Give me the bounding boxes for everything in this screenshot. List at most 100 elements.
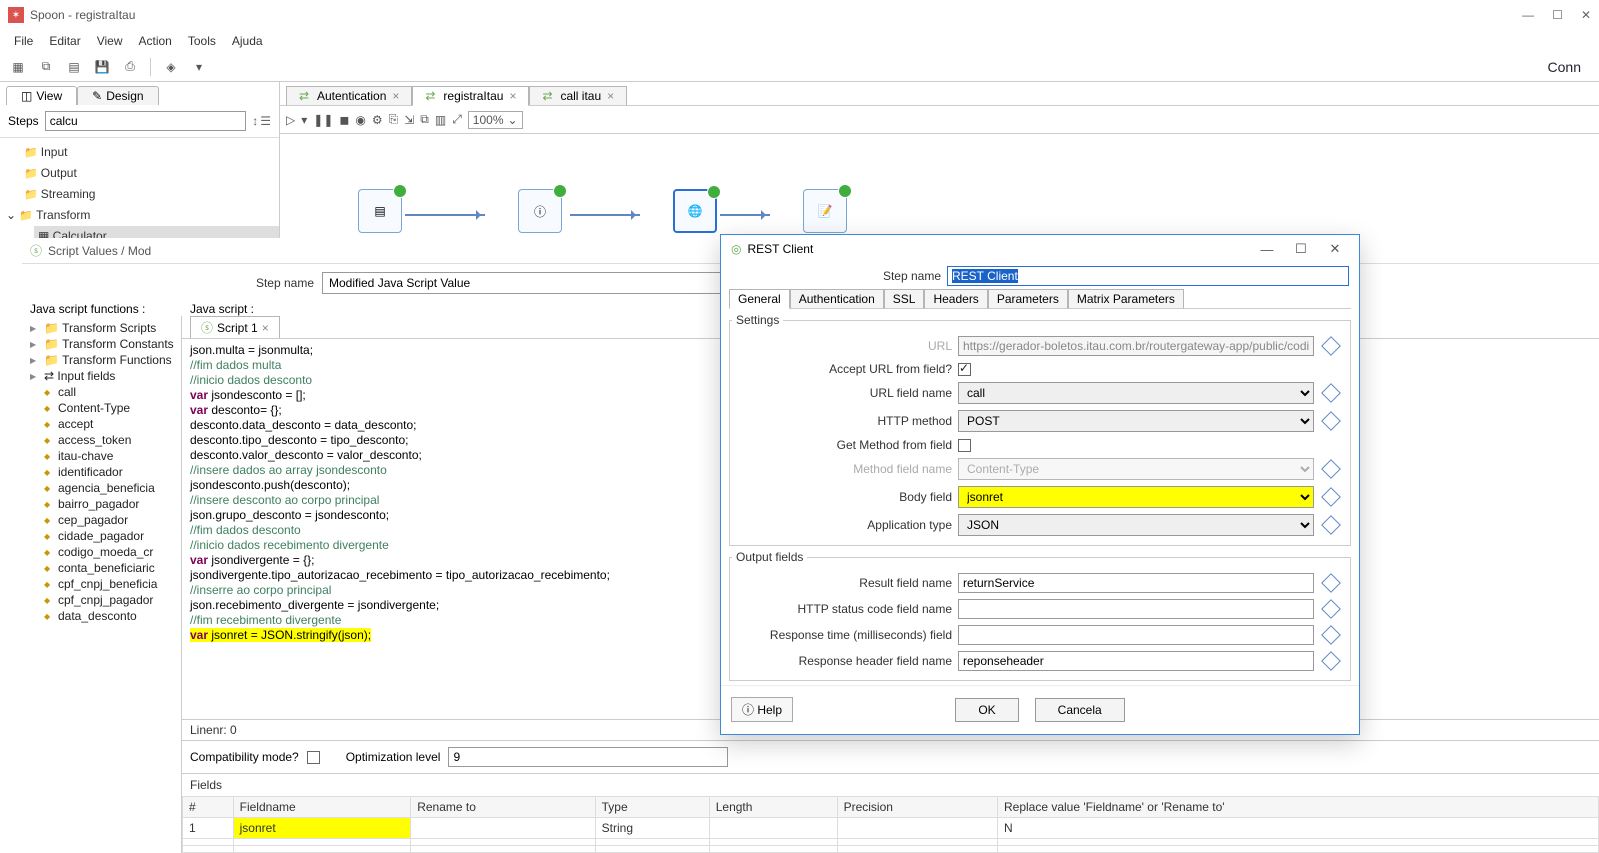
preview-icon[interactable]: ◉ — [355, 113, 365, 127]
toolbar-save-icon[interactable]: 💾 — [90, 56, 114, 78]
accept-url-checkbox[interactable] — [958, 363, 971, 376]
menu-editar[interactable]: Editar — [43, 32, 86, 50]
close-icon[interactable]: × — [262, 321, 269, 335]
expand-icon[interactable]: ⤢ — [452, 112, 462, 127]
left-tab-view[interactable]: ◫View — [6, 86, 77, 105]
sql-icon[interactable]: ⎘ — [389, 112, 399, 127]
dialog-minimize[interactable]: — — [1253, 242, 1281, 257]
toolbar-saveas-icon[interactable]: ⎙ — [118, 56, 142, 78]
tab-matrix-parameters[interactable]: Matrix Parameters — [1068, 289, 1184, 309]
field-cep[interactable]: cep_pagador — [44, 512, 179, 528]
steps-search-input[interactable] — [45, 111, 247, 131]
tree-transform-constants[interactable]: 📁 Transform Constants — [30, 336, 179, 352]
field-bairro[interactable]: bairro_pagador — [44, 496, 179, 512]
field-conta[interactable]: conta_beneficiaric — [44, 560, 179, 576]
toolbar-dropdown-icon[interactable]: ▾ — [187, 56, 211, 78]
dlg-stepname-input[interactable]: REST Client — [952, 269, 1018, 283]
tree-streaming[interactable]: Streaming — [20, 184, 279, 205]
field-cidade[interactable]: cidade_pagador — [44, 528, 179, 544]
steps-expand-icon[interactable]: ↕ — [252, 114, 258, 128]
var-helper-icon[interactable] — [1321, 336, 1341, 356]
var-helper-icon[interactable] — [1321, 625, 1341, 645]
canvas-tab-callitau[interactable]: ⇄call itau× — [529, 86, 627, 106]
status-input[interactable] — [958, 599, 1314, 619]
table-row[interactable]: 1 jsonret String N — [183, 818, 1599, 839]
dialog-close[interactable]: ✕ — [1321, 241, 1349, 257]
stop-icon[interactable]: ◼ — [339, 113, 349, 127]
window-maximize[interactable]: ☐ — [1552, 8, 1563, 22]
toolbar-perspective-icon[interactable]: ◈ — [159, 56, 183, 78]
window-minimize[interactable]: — — [1522, 8, 1534, 22]
tree-output[interactable]: Output — [20, 163, 279, 184]
tab-ssl[interactable]: SSL — [884, 289, 925, 309]
canvas-tab-registraitau[interactable]: ⇄registraItau× — [412, 86, 529, 106]
field-identificador[interactable]: identificador — [44, 464, 179, 480]
tree-transform-functions[interactable]: 📁 Transform Functions — [30, 352, 179, 368]
urlfield-select[interactable]: call — [958, 382, 1314, 404]
tab-authentication[interactable]: Authentication — [790, 289, 884, 309]
var-helper-icon[interactable] — [1321, 599, 1341, 619]
cancel-button[interactable]: Cancela — [1035, 698, 1125, 722]
var-helper-icon[interactable] — [1321, 487, 1341, 507]
opt-level-input[interactable] — [448, 747, 728, 767]
menu-view[interactable]: View — [91, 32, 129, 50]
tree-transform[interactable]: Transform — [19, 208, 90, 222]
httpmethod-select[interactable]: POST — [958, 410, 1314, 432]
menu-file[interactable]: File — [8, 32, 39, 50]
body-select[interactable]: jsonret — [958, 486, 1314, 508]
help-button[interactable]: ⓘ Help — [731, 697, 793, 722]
left-tab-design[interactable]: ✎Design — [77, 86, 158, 105]
close-icon[interactable]: × — [392, 89, 399, 103]
field-access-token[interactable]: access_token — [44, 432, 179, 448]
close-icon[interactable]: × — [509, 89, 516, 103]
params-icon[interactable]: ⧉ — [420, 112, 429, 127]
dialog-maximize[interactable]: ☐ — [1287, 241, 1315, 257]
tab-headers[interactable]: Headers — [924, 289, 987, 309]
field-agencia[interactable]: agencia_beneficia — [44, 480, 179, 496]
var-helper-icon[interactable] — [1321, 573, 1341, 593]
functions-tree[interactable]: 📁 Transform Scripts 📁 Transform Constant… — [22, 316, 182, 853]
field-accept[interactable]: accept — [44, 416, 179, 432]
show-icon[interactable]: ▥ — [435, 113, 446, 127]
debug-icon[interactable]: ⚙ — [372, 113, 383, 127]
steps-tree-icon[interactable]: ☰ — [260, 114, 271, 128]
apptype-select[interactable]: JSON — [958, 514, 1314, 536]
tab-general[interactable]: General — [729, 289, 790, 309]
var-helper-icon[interactable] — [1321, 459, 1341, 479]
menu-action[interactable]: Action — [133, 32, 178, 50]
field-cpf-pagador[interactable]: cpf_cnpj_pagador — [44, 592, 179, 608]
tree-input-fields[interactable]: ⇄ Input fields — [30, 368, 179, 384]
field-call[interactable]: call — [44, 384, 179, 400]
var-helper-icon[interactable] — [1321, 383, 1341, 403]
table-row[interactable] — [183, 846, 1599, 853]
menu-ajuda[interactable]: Ajuda — [226, 32, 269, 50]
resphdr-input[interactable] — [958, 651, 1314, 671]
tree-input[interactable]: Input — [20, 142, 279, 163]
zoom-select[interactable]: 100% ⌄ — [468, 111, 523, 129]
ok-button[interactable]: OK — [955, 698, 1018, 722]
compat-checkbox[interactable] — [307, 751, 320, 764]
tab-parameters[interactable]: Parameters — [988, 289, 1068, 309]
canvas-tab-autentication[interactable]: ⇄Autentication× — [286, 86, 412, 106]
var-helper-icon[interactable] — [1321, 651, 1341, 671]
pause-icon[interactable]: ❚❚ — [313, 113, 333, 127]
field-cpf-benef[interactable]: cpf_cnpj_beneficia — [44, 576, 179, 592]
connection-label[interactable]: Conn — [1548, 59, 1593, 75]
tree-transform-scripts[interactable]: 📁 Transform Scripts — [30, 320, 179, 336]
script-tab-1[interactable]: ⓢScript 1 × — [190, 316, 280, 338]
var-helper-icon[interactable] — [1321, 411, 1341, 431]
toolbar-open-icon[interactable]: ⧉ — [34, 56, 58, 78]
resptime-input[interactable] — [958, 625, 1314, 645]
table-row[interactable] — [183, 839, 1599, 846]
toolbar-explore-icon[interactable]: ▤ — [62, 56, 86, 78]
result-input[interactable] — [958, 573, 1314, 593]
field-data-desconto[interactable]: data_desconto — [44, 608, 179, 624]
field-moeda[interactable]: codigo_moeda_cr — [44, 544, 179, 560]
stepname-input[interactable] — [322, 272, 722, 294]
getmethod-checkbox[interactable] — [958, 439, 971, 452]
close-icon[interactable]: × — [607, 89, 614, 103]
toolbar-new-icon[interactable]: ▦ — [6, 56, 30, 78]
var-helper-icon[interactable] — [1321, 515, 1341, 535]
fields-table[interactable]: # Fieldname Rename to Type Length Precis… — [182, 796, 1599, 853]
run-icon[interactable]: ▷ — [286, 113, 295, 127]
